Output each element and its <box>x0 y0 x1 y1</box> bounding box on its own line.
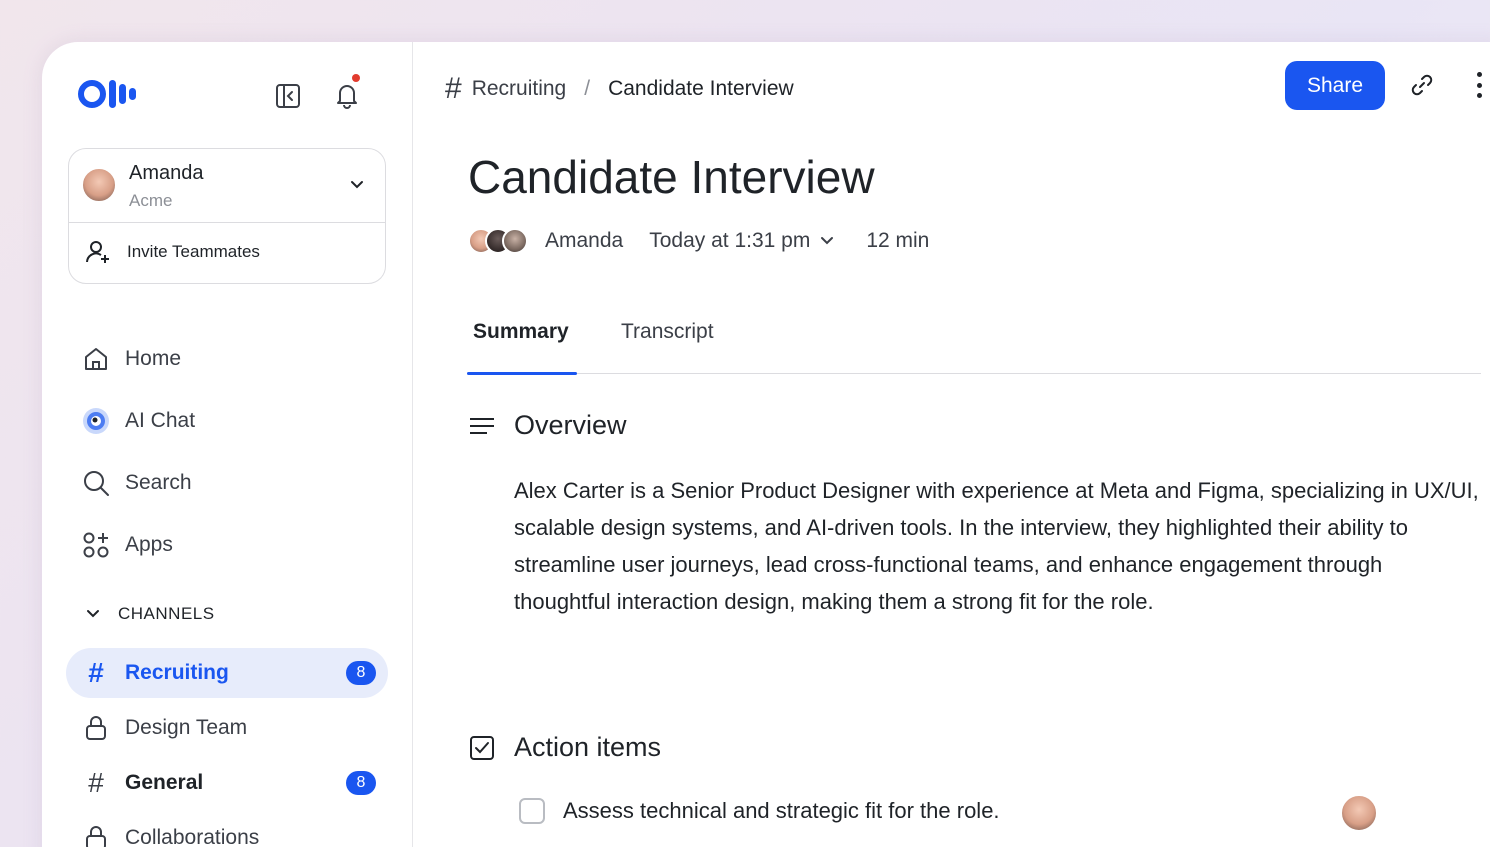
unread-badge: 8 <box>346 771 376 795</box>
text-lines-icon <box>468 412 496 440</box>
main-nav: Home AI Chat Search Apps <box>82 328 382 576</box>
nav-item-label: Apps <box>125 533 173 556</box>
participant-avatars[interactable] <box>468 228 528 254</box>
hash-icon: # <box>445 72 462 105</box>
action-item: Assess technical and strategic fit for t… <box>519 798 1000 824</box>
channel-item-recruiting[interactable]: # Recruiting 8 <box>66 648 388 698</box>
account-switcher[interactable]: Amanda Acme <box>69 149 385 223</box>
app-window: Amanda Acme Invite Teammates Home AI Cha… <box>42 42 1490 847</box>
tab-summary[interactable]: Summary <box>473 320 569 344</box>
breadcrumb-separator: / <box>584 77 591 100</box>
copy-link-icon[interactable] <box>1409 72 1435 98</box>
logo-bar <box>119 84 126 104</box>
page-title: Candidate Interview <box>468 151 875 203</box>
tab-transcript[interactable]: Transcript <box>621 320 714 344</box>
nav-item-home[interactable]: Home <box>82 328 382 390</box>
meeting-meta: Amanda Today at 1:31 pm 12 min <box>468 228 929 254</box>
channel-label: Collaborations <box>125 826 260 847</box>
more-options-icon[interactable] <box>1477 72 1485 98</box>
logo-bar <box>129 88 136 100</box>
unread-badge: 8 <box>346 661 376 685</box>
overview-heading: Overview <box>468 410 627 441</box>
logo-ring <box>78 80 106 108</box>
add-user-icon <box>86 241 109 263</box>
active-tab-indicator <box>467 372 577 375</box>
overview-text: Alex Carter is a Senior Product Designer… <box>514 478 1479 614</box>
nav-item-search[interactable]: Search <box>82 452 382 514</box>
nav-item-label: Home <box>125 347 182 370</box>
chevron-down-icon <box>821 237 834 245</box>
logo-bar <box>109 80 116 108</box>
overview-title: Overview <box>514 410 627 440</box>
channel-label: General <box>125 771 204 794</box>
channel-label: Design Team <box>125 716 248 739</box>
breadcrumb-channel[interactable]: Recruiting <box>472 77 567 101</box>
nav-item-ai-chat[interactable]: AI Chat <box>82 390 382 452</box>
home-icon <box>82 345 110 373</box>
bell-icon <box>337 85 357 109</box>
account-org: Acme <box>129 191 173 210</box>
channels-heading: CHANNELS <box>118 604 215 623</box>
nav-item-label: Search <box>125 471 192 494</box>
meeting-owner: Amanda <box>545 229 624 252</box>
action-item-text: Assess technical and strategic fit for t… <box>563 798 1000 823</box>
hash-icon: # <box>88 657 104 688</box>
breadcrumb: # Recruiting / Candidate Interview <box>445 72 794 106</box>
lock-icon <box>82 824 110 847</box>
channel-item-design-team[interactable]: Design Team <box>66 703 388 753</box>
ai-chat-icon <box>82 407 110 435</box>
invite-label: Invite Teammates <box>127 242 260 261</box>
breadcrumb-current: Candidate Interview <box>608 77 794 100</box>
sidebar: Amanda Acme Invite Teammates Home AI Cha… <box>42 42 413 847</box>
nav-item-apps[interactable]: Apps <box>82 514 382 576</box>
notifications-button[interactable] <box>332 74 362 110</box>
nav-item-label: AI Chat <box>125 409 196 432</box>
tab-bar: Summary Transcript <box>467 312 1481 375</box>
assignee-avatar[interactable] <box>1340 794 1378 832</box>
action-items-heading: Action items <box>468 732 661 763</box>
action-item-checkbox[interactable] <box>519 798 545 824</box>
notification-dot <box>352 74 360 82</box>
app-logo[interactable] <box>78 80 136 108</box>
meeting-time-dropdown[interactable]: Today at 1:31 pm <box>649 229 834 253</box>
channels-section-toggle[interactable]: CHANNELS <box>86 604 215 624</box>
meeting-time: Today at 1:31 pm <box>649 229 811 252</box>
action-items-title: Action items <box>514 732 662 762</box>
lock-icon <box>82 714 110 742</box>
chevron-down-icon <box>351 181 363 189</box>
chevron-down-icon <box>87 610 99 618</box>
meeting-duration: 12 min <box>866 229 930 252</box>
apps-icon <box>82 531 110 559</box>
invite-teammates-button[interactable]: Invite Teammates <box>85 239 260 265</box>
account-name: Amanda <box>129 162 204 184</box>
share-button[interactable]: Share <box>1285 61 1385 110</box>
avatar <box>81 167 117 203</box>
channel-item-general[interactable]: # General 8 <box>66 758 388 808</box>
account-card: Amanda Acme Invite Teammates <box>68 148 386 284</box>
channel-item-collaborations[interactable]: Collaborations <box>66 813 388 847</box>
collapse-sidebar-icon[interactable] <box>274 82 302 110</box>
channel-label: Recruiting <box>125 661 229 684</box>
search-icon <box>82 469 110 497</box>
checkbox-checked-icon <box>468 734 496 762</box>
main-content: # Recruiting / Candidate Interview Share… <box>413 42 1490 847</box>
channel-list: # Recruiting 8 Design Team # General 8 C… <box>66 648 388 847</box>
hash-icon: # <box>88 767 104 798</box>
avatar <box>502 228 528 254</box>
